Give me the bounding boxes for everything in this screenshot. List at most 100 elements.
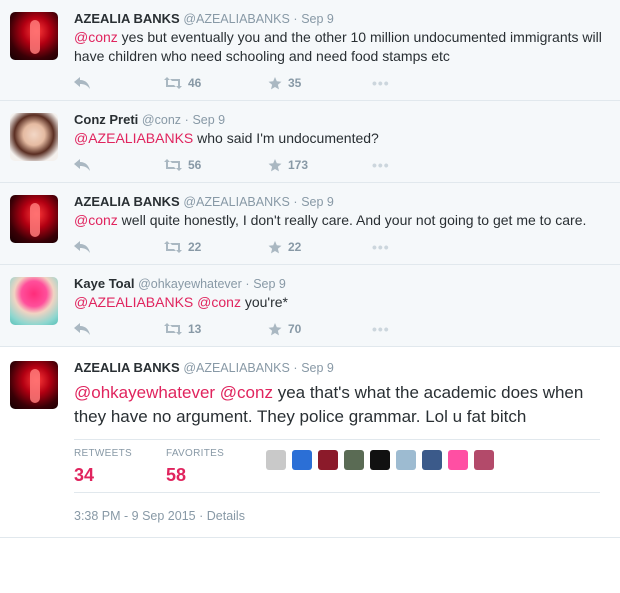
retweets-value: 34 [74, 465, 95, 485]
tweet-timestamp[interactable]: 3:38 PM - 9 Sep 2015 [74, 509, 196, 523]
favoriter-avatar[interactable] [422, 450, 443, 470]
reply-button[interactable] [74, 323, 130, 335]
tweet-date[interactable]: Sep 9 [301, 12, 334, 26]
avatar[interactable] [10, 195, 58, 243]
tweet-actions: 46 35 ••• [74, 66, 610, 100]
star-icon [268, 158, 282, 171]
tweet[interactable]: Conz Preti @conz · Sep 9 @AZEALIABANKS w… [0, 101, 620, 183]
tweet-date[interactable]: Sep 9 [301, 361, 334, 375]
mention-link[interactable]: @ohkayewhatever [74, 383, 215, 402]
separator: · [184, 113, 189, 127]
author-handle[interactable]: @AZEALIABANKS [183, 361, 289, 375]
favorites-stat[interactable]: FAVORITES 58 [166, 448, 224, 486]
favorite-count: 70 [288, 322, 302, 336]
mention-link[interactable]: @conz [74, 212, 118, 228]
retweet-button[interactable]: 13 [164, 322, 234, 336]
favoriter-avatar[interactable] [474, 450, 495, 470]
favoriter-avatar[interactable] [370, 450, 391, 470]
author-name[interactable]: AZEALIA BANKS [74, 11, 180, 26]
focused-tweet[interactable]: AZEALIA BANKS @AZEALIABANKS · Sep 9 @ohk… [0, 347, 620, 538]
details-link[interactable]: Details [207, 509, 245, 523]
retweet-count: 56 [188, 158, 202, 172]
favoriter-avatar[interactable] [266, 450, 287, 470]
tweet-meta: 3:38 PM - 9 Sep 2015 · Details [74, 493, 610, 537]
more-icon: ••• [372, 321, 390, 337]
mention-link[interactable]: @AZEALIABANKS [74, 294, 193, 310]
favoriter-avatar[interactable] [344, 450, 365, 470]
author-handle[interactable]: @AZEALIABANKS [183, 195, 289, 209]
retweets-label: RETWEETS [74, 448, 132, 459]
tweet-content: AZEALIA BANKS @AZEALIABANKS · Sep 9 @ohk… [74, 359, 610, 537]
star-icon [268, 76, 282, 89]
star-icon [268, 322, 282, 335]
avatar[interactable] [10, 277, 58, 325]
tweet-actions: 22 22 ••• [74, 230, 610, 264]
tweet-text: @AZEALIABANKS @conz you're* [74, 293, 610, 312]
tweet[interactable]: AZEALIA BANKS @AZEALIABANKS · Sep 9 @con… [0, 183, 620, 265]
mention-link[interactable]: @conz [74, 29, 118, 45]
reply-icon [74, 241, 90, 253]
tweet-text: @AZEALIABANKS who said I'm undocumented? [74, 129, 610, 148]
favorite-button[interactable]: 22 [268, 240, 338, 254]
favoriter-avatar[interactable] [318, 450, 339, 470]
more-button[interactable]: ••• [372, 321, 390, 337]
author-name[interactable]: AZEALIA BANKS [74, 360, 180, 375]
tweet-date[interactable]: Sep 9 [301, 195, 334, 209]
tweet[interactable]: Kaye Toal @ohkayewhatever · Sep 9 @AZEAL… [0, 265, 620, 347]
retweet-button[interactable]: 56 [164, 158, 234, 172]
mention-link[interactable]: @conz [220, 383, 273, 402]
retweet-count: 13 [188, 322, 202, 336]
tweet-content: AZEALIA BANKS @AZEALIABANKS · Sep 9 @con… [74, 193, 610, 264]
tweet-date[interactable]: Sep 9 [192, 113, 225, 127]
author-name[interactable]: Kaye Toal [74, 276, 134, 291]
separator: · [199, 509, 204, 523]
author-name[interactable]: Conz Preti [74, 112, 138, 127]
avatar[interactable] [10, 12, 58, 60]
tweet-text-segment: well quite honestly, I don't really care… [117, 212, 587, 228]
reply-button[interactable] [74, 77, 130, 89]
avatar[interactable] [10, 113, 58, 161]
retweet-icon [164, 323, 182, 335]
tweet[interactable]: AZEALIA BANKS @AZEALIABANKS · Sep 9 @con… [0, 0, 620, 101]
more-button[interactable]: ••• [372, 75, 390, 91]
tweet-date[interactable]: Sep 9 [253, 277, 286, 291]
retweet-button[interactable]: 22 [164, 240, 234, 254]
tweet-actions: 56 173 ••• [74, 148, 610, 182]
favoriter-avatar[interactable] [292, 450, 313, 470]
favorite-button[interactable]: 173 [268, 158, 338, 172]
mention-link[interactable]: @AZEALIABANKS [74, 130, 193, 146]
retweet-count: 46 [188, 76, 202, 90]
author-handle[interactable]: @AZEALIABANKS [183, 12, 289, 26]
more-button[interactable]: ••• [372, 157, 390, 173]
favorite-count: 35 [288, 76, 302, 90]
avatar[interactable] [10, 361, 58, 409]
retweet-count: 22 [188, 240, 202, 254]
retweet-button[interactable]: 46 [164, 76, 234, 90]
tweet-header: Conz Preti @conz · Sep 9 [74, 111, 610, 129]
author-name[interactable]: AZEALIA BANKS [74, 194, 180, 209]
retweets-stat[interactable]: RETWEETS 34 [74, 448, 132, 486]
more-button[interactable]: ••• [372, 239, 390, 255]
star-icon [268, 240, 282, 253]
retweet-icon [164, 241, 182, 253]
more-icon: ••• [372, 75, 390, 91]
favorites-value: 58 [165, 465, 186, 485]
reply-button[interactable] [74, 159, 130, 171]
separator: · [245, 277, 250, 291]
reply-button[interactable] [74, 241, 130, 253]
favoriter-avatar[interactable] [396, 450, 417, 470]
favorite-button[interactable]: 35 [268, 76, 338, 90]
more-icon: ••• [372, 157, 390, 173]
favoriter-avatar[interactable] [448, 450, 469, 470]
tweet-content: Conz Preti @conz · Sep 9 @AZEALIABANKS w… [74, 111, 610, 182]
author-handle[interactable]: @ohkayewhatever [138, 277, 242, 291]
retweet-icon [164, 159, 182, 171]
separator: · [293, 361, 298, 375]
author-handle[interactable]: @conz [142, 113, 181, 127]
favorite-button[interactable]: 70 [268, 322, 338, 336]
tweet-header: AZEALIA BANKS @AZEALIABANKS · Sep 9 [74, 10, 610, 28]
reply-icon [74, 323, 90, 335]
reply-icon [74, 159, 90, 171]
tweet-header: AZEALIA BANKS @AZEALIABANKS · Sep 9 [74, 193, 610, 211]
mention-link[interactable]: @conz [197, 294, 241, 310]
